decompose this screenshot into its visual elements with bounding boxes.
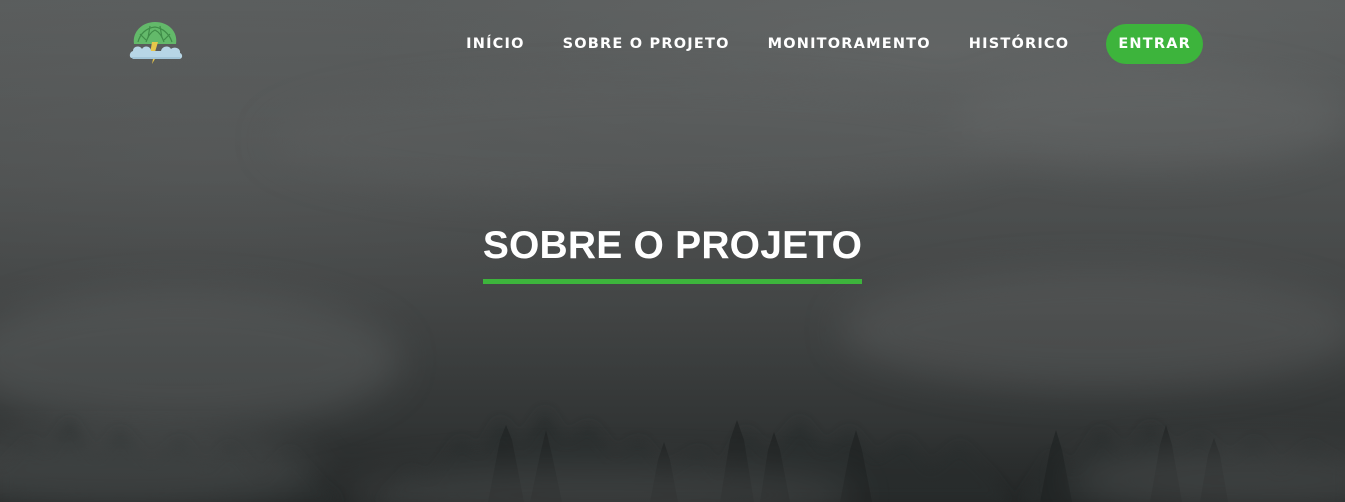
nav-link-inicio[interactable]: INÍCIO: [466, 36, 525, 52]
top-navbar: INÍCIO SOBRE O PROJETO MONITORAMENTO HIS…: [0, 0, 1345, 88]
hero-section: INÍCIO SOBRE O PROJETO MONITORAMENTO HIS…: [0, 0, 1345, 502]
nav-link-monitoramento[interactable]: MONITORAMENTO: [768, 36, 931, 52]
nav-link-sobre-o-projeto[interactable]: SOBRE O PROJETO: [563, 36, 730, 52]
login-button[interactable]: ENTRAR: [1106, 24, 1203, 64]
nav-link-historico[interactable]: HISTÓRICO: [969, 36, 1070, 52]
nav-menu: INÍCIO SOBRE O PROJETO MONITORAMENTO HIS…: [466, 24, 1203, 64]
page-title-container: SOBRE O PROJETO: [0, 222, 1345, 284]
tree-cloud-logo-icon[interactable]: [128, 20, 184, 66]
page-title: SOBRE O PROJETO: [482, 222, 863, 284]
